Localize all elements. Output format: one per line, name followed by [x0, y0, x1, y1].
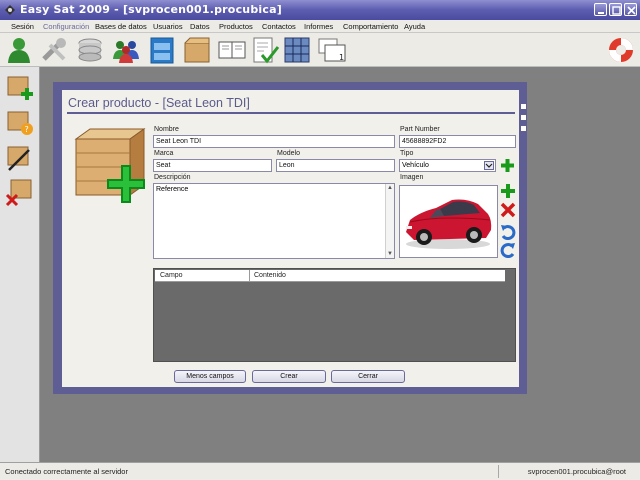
modelo-input[interactable]: Leon — [276, 159, 395, 172]
menu-bar: Sesión Configuración Bases de datos Usua… — [0, 20, 640, 33]
crear-button[interactable]: Crear — [252, 370, 326, 383]
box-add-icon[interactable] — [5, 72, 35, 102]
app-icon — [5, 5, 15, 15]
users-group-icon[interactable] — [111, 35, 141, 65]
menu-bases-de-datos[interactable]: Bases de datos — [95, 22, 147, 31]
status-bar: Conectado correctamente al servidor svpr… — [0, 462, 640, 480]
scroll-down-icon[interactable]: ▼ — [387, 251, 393, 257]
panel-marker-1 — [521, 104, 526, 109]
menu-contactos[interactable]: Contactos — [262, 22, 296, 31]
panel-marker-3 — [521, 126, 526, 131]
menu-usuarios[interactable]: Usuarios — [153, 22, 183, 31]
status-separator — [498, 465, 499, 478]
column-header-contenido[interactable]: Contenido — [254, 272, 286, 279]
network-grid-icon[interactable] — [282, 35, 312, 65]
menu-informes[interactable]: Informes — [304, 22, 333, 31]
descripcion-text: Reference — [156, 186, 189, 193]
window-title: Easy Sat 2009 - [svprocen001.procubica] — [20, 3, 282, 16]
menu-productos[interactable]: Productos — [219, 22, 253, 31]
lifebuoy-icon[interactable] — [606, 35, 636, 65]
checklist-icon[interactable] — [250, 35, 280, 65]
car-image — [406, 199, 492, 249]
tipo-select[interactable]: Vehículo — [399, 159, 496, 172]
imagen-preview[interactable] — [399, 185, 498, 258]
title-bar: Easy Sat 2009 - [svprocen001.procubica] — [0, 0, 640, 20]
tipo-select-value: Vehículo — [402, 162, 429, 169]
column-separator[interactable] — [249, 270, 250, 282]
page-title: Crear producto - [Seat Leon TDI] — [68, 96, 250, 110]
campos-table[interactable]: Campo Contenido — [153, 268, 516, 362]
descripcion-textarea[interactable]: Reference ▲ ▼ — [153, 183, 395, 259]
user-icon[interactable] — [4, 35, 34, 65]
box-edit-icon[interactable] — [5, 142, 35, 172]
rotate-right-icon[interactable] — [500, 242, 516, 258]
menu-sesion[interactable]: Sesión — [11, 22, 34, 31]
sidebar: ? — [0, 67, 40, 462]
title-divider — [67, 112, 515, 114]
table-header: Campo Contenido — [155, 270, 505, 282]
nombre-input[interactable]: Seat Leon TDI — [153, 135, 395, 148]
box-delete-icon[interactable] — [5, 177, 35, 207]
product-box-icon — [74, 128, 146, 203]
modelo-label: Modelo — [277, 150, 300, 157]
imagen-label: Imagen — [400, 174, 424, 181]
book-icon[interactable] — [217, 35, 247, 65]
descripcion-scrollbar[interactable]: ▲ ▼ — [385, 184, 394, 258]
menos-campos-button[interactable]: Menos campos — [174, 370, 246, 383]
database-icon[interactable] — [75, 35, 105, 65]
column-header-campo[interactable]: Campo — [160, 272, 183, 279]
tools-icon[interactable] — [40, 35, 70, 65]
add-image-icon[interactable] — [500, 183, 516, 199]
panel-marker-2 — [521, 115, 526, 120]
delete-image-icon[interactable] — [500, 202, 516, 218]
close-window-button[interactable] — [624, 3, 637, 16]
box-icon[interactable] — [182, 35, 212, 65]
rotate-left-icon[interactable] — [500, 224, 516, 240]
toolbar: 1 — [0, 33, 640, 67]
box-help-icon[interactable]: ? — [5, 107, 35, 137]
maximize-button[interactable] — [609, 3, 622, 16]
cerrar-button[interactable]: Cerrar — [331, 370, 405, 383]
chevron-down-icon[interactable] — [484, 161, 494, 170]
scroll-up-icon[interactable]: ▲ — [387, 185, 393, 191]
marca-input[interactable]: Seat — [153, 159, 272, 172]
menu-datos[interactable]: Datos — [190, 22, 210, 31]
svg-text:?: ? — [25, 125, 29, 134]
descripcion-label: Descripción — [154, 174, 191, 181]
svg-text:1: 1 — [339, 53, 344, 62]
menu-ayuda[interactable]: Ayuda — [404, 22, 425, 31]
nombre-label: Nombre — [154, 126, 179, 133]
menu-configuracion[interactable]: Configuración — [43, 22, 89, 31]
status-message: Conectado correctamente al servidor — [5, 467, 128, 476]
windows-icon[interactable]: 1 — [317, 35, 347, 65]
menu-comportamiento[interactable]: Comportamiento — [343, 22, 398, 31]
part-number-label: Part Number — [400, 126, 440, 133]
add-tipo-icon[interactable] — [500, 158, 515, 173]
status-user: svprocen001.procubica@root — [527, 467, 626, 476]
minimize-button[interactable] — [594, 3, 607, 16]
part-number-input[interactable]: 45688892FD2 — [399, 135, 516, 148]
marca-label: Marca — [154, 150, 174, 157]
tipo-label: Tipo — [400, 150, 414, 157]
cabinet-icon[interactable] — [147, 35, 177, 65]
